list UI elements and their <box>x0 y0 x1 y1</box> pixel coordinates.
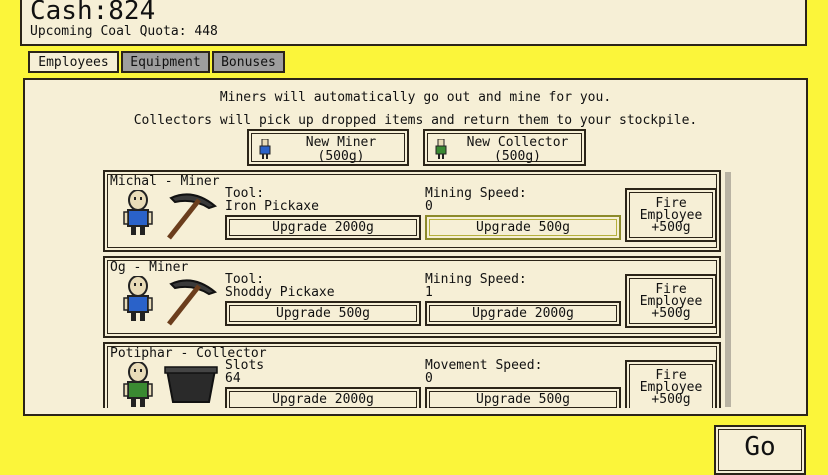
stat-value: 64 <box>225 371 241 386</box>
pickaxe-icon <box>163 272 219 332</box>
status-header: Cash:824 Upcoming Coal Quota: 448 <box>20 0 807 46</box>
cash-display: Cash:824 <box>30 0 156 26</box>
stat-label: Mining Speed: <box>425 272 527 287</box>
collectors-description: Collectors will pick up dropped items an… <box>133 113 698 128</box>
stat-value: 0 <box>425 199 433 214</box>
minecart-icon <box>163 362 219 408</box>
collector-figure-icon <box>435 139 447 159</box>
miners-description: Miners will automatically go out and min… <box>219 90 612 105</box>
fire-employee-button[interactable]: Fire Employee +500g <box>625 188 717 242</box>
employee-card: Og - Miner Tool: Shoddy Pickaxe Mining Spee… <box>103 256 721 338</box>
new-collector-button[interactable]: New Collector (500g) <box>423 129 586 166</box>
upgrade-speed-button[interactable]: Upgrade 2000g <box>425 301 621 326</box>
tab-employees[interactable]: Employees <box>28 51 119 73</box>
upgrade-speed-button[interactable]: Upgrade 500g <box>425 215 621 240</box>
new-miner-button[interactable]: New Miner (500g) <box>247 129 409 166</box>
stat-value: 1 <box>425 285 433 300</box>
tab-bonuses[interactable]: Bonuses <box>212 51 285 73</box>
stat-value: 0 <box>425 371 433 386</box>
miner-avatar-icon <box>123 275 153 326</box>
employee-list[interactable]: Michal - Miner Tool: Iron Pickaxe Mining Sp… <box>103 170 723 408</box>
miner-figure-icon <box>259 139 271 159</box>
coal-quota-display: Upcoming Coal Quota: 448 <box>30 24 218 39</box>
employee-list-scrollbar[interactable] <box>725 172 731 407</box>
fire-employee-button[interactable]: Fire Employee +500g <box>625 360 717 408</box>
employees-panel: Miners will automatically go out and min… <box>23 78 808 416</box>
upgrade-tool-button[interactable]: Upgrade 2000g <box>225 387 421 408</box>
stat-value: Shoddy Pickaxe <box>225 285 335 300</box>
pickaxe-icon <box>163 186 219 246</box>
go-button[interactable]: Go <box>714 425 806 475</box>
upgrade-speed-button[interactable]: Upgrade 500g <box>425 387 621 408</box>
collector-avatar-icon <box>123 361 153 408</box>
tab-equipment[interactable]: Equipment <box>121 51 210 73</box>
employee-card: Potiphar - Collector Slots 64 Movement Spee… <box>103 342 721 408</box>
stat-label: Movement Speed: <box>425 358 543 373</box>
stat-label: Mining Speed: <box>425 186 527 201</box>
stat-value: Iron Pickaxe <box>225 199 319 214</box>
employee-card: Michal - Miner Tool: Iron Pickaxe Mining Sp… <box>103 170 721 252</box>
upgrade-tool-button[interactable]: Upgrade 2000g <box>225 215 421 240</box>
miner-avatar-icon <box>123 189 153 240</box>
fire-employee-button[interactable]: Fire Employee +500g <box>625 274 717 328</box>
upgrade-tool-button[interactable]: Upgrade 500g <box>225 301 421 326</box>
